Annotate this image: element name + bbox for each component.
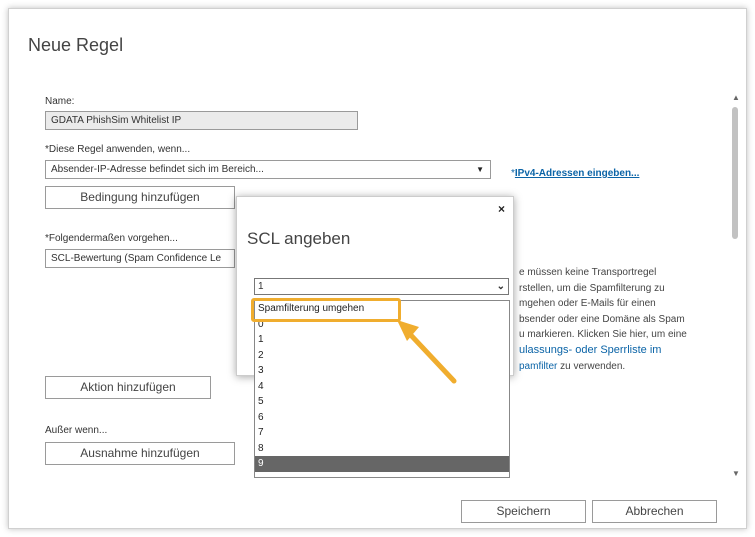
condition-dropdown-value: Absender-IP-Adresse befindet sich im Ber…	[51, 164, 264, 175]
spam-filter-link[interactable]: pamfilter	[519, 361, 557, 372]
action-dropdown[interactable]: SCL-Bewertung (Spam Confidence Le	[45, 249, 235, 268]
desc-line-1: e müssen keine Transportregel	[519, 267, 657, 278]
scl-option-4[interactable]: 4	[255, 379, 509, 395]
scl-option-3[interactable]: 3	[255, 363, 509, 379]
apply-rule-label: *Diese Regel anwenden, wenn...	[45, 144, 191, 155]
scl-option-2[interactable]: 2	[255, 348, 509, 364]
add-exception-button[interactable]: Ausnahme hinzufügen	[45, 442, 235, 465]
ipv4-addresses-link[interactable]: IPv4-Adressen eingeben...	[515, 168, 640, 179]
scl-option-8[interactable]: 8	[255, 441, 509, 457]
window-title: Neue Regel	[28, 35, 124, 55]
scrollbar-thumb[interactable]	[732, 107, 738, 239]
scroll-down-icon[interactable]: ▼	[732, 469, 740, 478]
name-field[interactable]: GDATA PhishSim Whitelist IP	[45, 111, 358, 130]
name-label: Name:	[45, 96, 75, 107]
scl-dialog-title: SCL angeben	[247, 229, 351, 248]
close-icon[interactable]: ×	[498, 202, 505, 216]
scl-option-6[interactable]: 6	[255, 410, 509, 426]
scroll-up-icon[interactable]: ▲	[732, 93, 740, 102]
cancel-button[interactable]: Abbrechen	[592, 500, 717, 523]
except-label: Außer wenn...	[45, 425, 108, 436]
scl-options-list: Spamfilterung umgehen 0 1 2 3 4 5 6 7 8 …	[254, 300, 510, 478]
condition-dropdown[interactable]: Absender-IP-Adresse befindet sich im Ber…	[45, 160, 491, 179]
desc-line-4: bsender oder eine Domäne als Spam	[519, 313, 685, 325]
add-condition-button[interactable]: Bedingung hinzufügen	[45, 186, 235, 209]
scl-option-7[interactable]: 7	[255, 425, 509, 441]
chevron-down-icon: ⌄	[496, 281, 505, 292]
action-label: *Folgendermaßen vorgehen...	[45, 233, 178, 244]
desc-tail: zu verwenden.	[557, 360, 626, 372]
save-button[interactable]: Speichern	[461, 500, 586, 523]
desc-line-3: mgehen oder E-Mails für einen	[519, 298, 656, 310]
desc-line-5: u markieren. Klicken Sie hier, um eine	[519, 329, 687, 341]
callout-highlight-box	[251, 298, 401, 322]
scl-select-value: 1	[258, 281, 264, 292]
new-rule-window: Neue Regel Name: GDATA PhishSim Whitelis…	[8, 8, 747, 529]
desc-line-2: rstellen, um die Spamfilterung zu	[519, 282, 665, 294]
allow-block-list-link[interactable]: ulassungs- oder Sperrliste im	[519, 344, 661, 356]
scl-option-5[interactable]: 5	[255, 394, 509, 410]
scl-select[interactable]: 1 ⌄	[254, 278, 509, 295]
callout-arrow-icon	[397, 320, 457, 384]
scl-option-9[interactable]: 9	[255, 456, 509, 472]
ipv4-link-container: *IPv4-Adressen eingeben...	[511, 163, 639, 181]
desc-link-line-2: pamfilter zu verwenden.	[519, 359, 729, 375]
chevron-down-icon: ▼	[476, 165, 484, 174]
desc-link-line-1: ulassungs- oder Sperrliste im	[519, 343, 729, 359]
scl-option-1[interactable]: 1	[255, 332, 509, 348]
spam-filter-description: e müssen keine Transportregel rstellen, …	[519, 265, 729, 374]
add-action-button[interactable]: Aktion hinzufügen	[45, 376, 211, 399]
